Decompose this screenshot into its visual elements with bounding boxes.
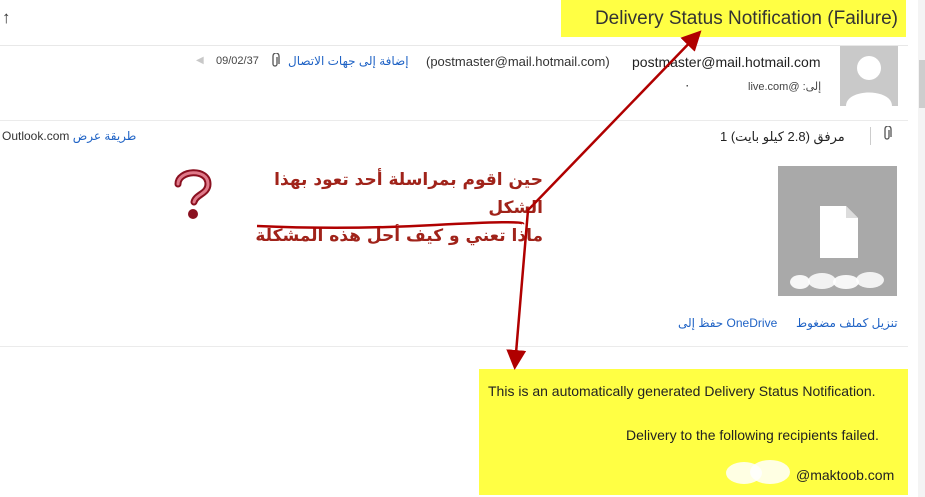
message-line: Delivery to the following recipients fai…	[626, 427, 879, 443]
add-to-contacts-link[interactable]: إضافة إلى جهات الاتصال	[288, 54, 409, 68]
attachment-thumbnail[interactable]	[778, 166, 897, 296]
divider	[870, 127, 871, 145]
recipient-mark: ٠	[684, 78, 691, 92]
recipient-line: إلى: @live.com	[748, 81, 822, 93]
sender-email[interactable]: postmaster@mail.hotmail.com	[632, 54, 821, 70]
attachment-name-redacted	[788, 270, 888, 292]
divider	[0, 346, 908, 347]
annotation-line: حين اقوم بمراسلة أحد تعود بهذا الشكل	[274, 170, 543, 218]
arrow-up-icon[interactable]: ↑	[2, 8, 11, 28]
paperclip-icon	[270, 52, 280, 72]
download-zip-link[interactable]: تنزيل كملف مضغوط	[796, 316, 898, 330]
view-as-link[interactable]: طريقة عرض	[73, 129, 137, 143]
email-subject: Delivery Status Notification (Failure)	[561, 0, 906, 37]
recipient-redacted	[724, 458, 794, 488]
scrollbar-thumb[interactable]	[919, 60, 925, 108]
divider	[0, 120, 908, 121]
save-onedrive-link[interactable]: حفظ إلى OneDrive	[678, 316, 777, 330]
question-mark-icon	[170, 166, 214, 222]
annotation-question: حين اقوم بمراسلة أحد تعود بهذا الشكل ماذ…	[233, 166, 543, 250]
document-icon	[820, 206, 858, 258]
view-in-outlook[interactable]: Outlook.com طريقة عرض	[2, 129, 136, 143]
message-line: This is an automatically generated Deliv…	[488, 383, 876, 399]
email-date: 09/02/37	[216, 55, 259, 67]
person-avatar-icon	[840, 46, 898, 106]
paperclip-icon	[882, 125, 892, 145]
sender-address: (postmaster@mail.hotmail.com)	[426, 54, 610, 69]
flag-icon[interactable]: ◀	[196, 55, 204, 66]
annotation-underline	[255, 218, 525, 234]
attachment-count: 1 مرفق (2.8 كيلو بايت)	[720, 129, 845, 144]
divider	[0, 45, 908, 46]
failed-recipient: @maktoob.com	[796, 467, 895, 483]
outlook-label: Outlook.com	[2, 129, 70, 143]
